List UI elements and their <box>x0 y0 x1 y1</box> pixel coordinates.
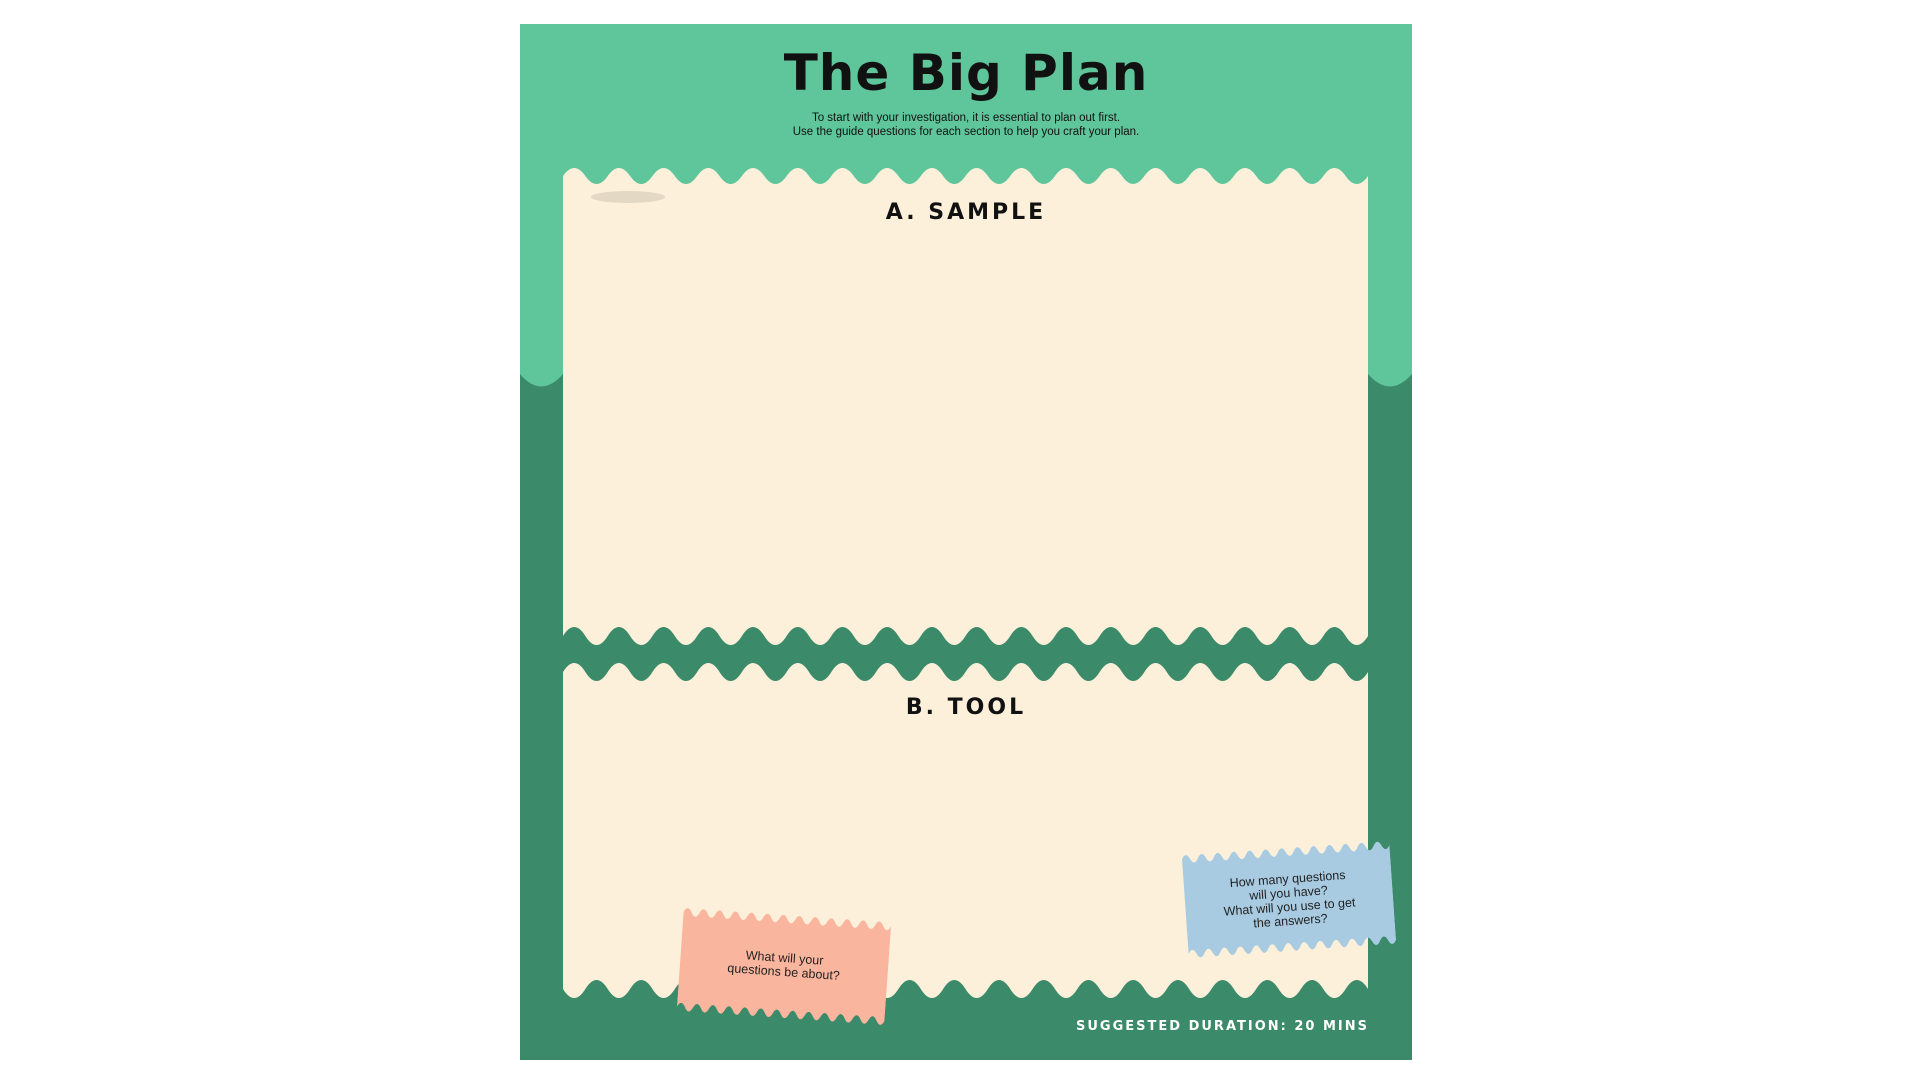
section-a-title: A. SAMPLE <box>885 200 1047 225</box>
guide-note-pink: What will your questions be about? <box>676 902 892 1031</box>
section-b-title: B. TOOL <box>905 695 1027 720</box>
intro-text: To start with your investigation, it is … <box>520 111 1412 139</box>
page-title: The Big Plan <box>783 44 1149 102</box>
suggested-duration: SUGGESTED DURATION: 20 MINS <box>1076 1019 1369 1034</box>
section-a-panel <box>563 168 1368 645</box>
intro-line-1: To start with your investigation, it is … <box>811 112 1121 124</box>
guide-note-blue: How many questions will you have? What w… <box>1181 835 1397 964</box>
intro-line-2: Use the guide questions for each section… <box>792 126 1140 138</box>
worksheet-page: The Big Plan To start with your investig… <box>520 24 1412 1060</box>
